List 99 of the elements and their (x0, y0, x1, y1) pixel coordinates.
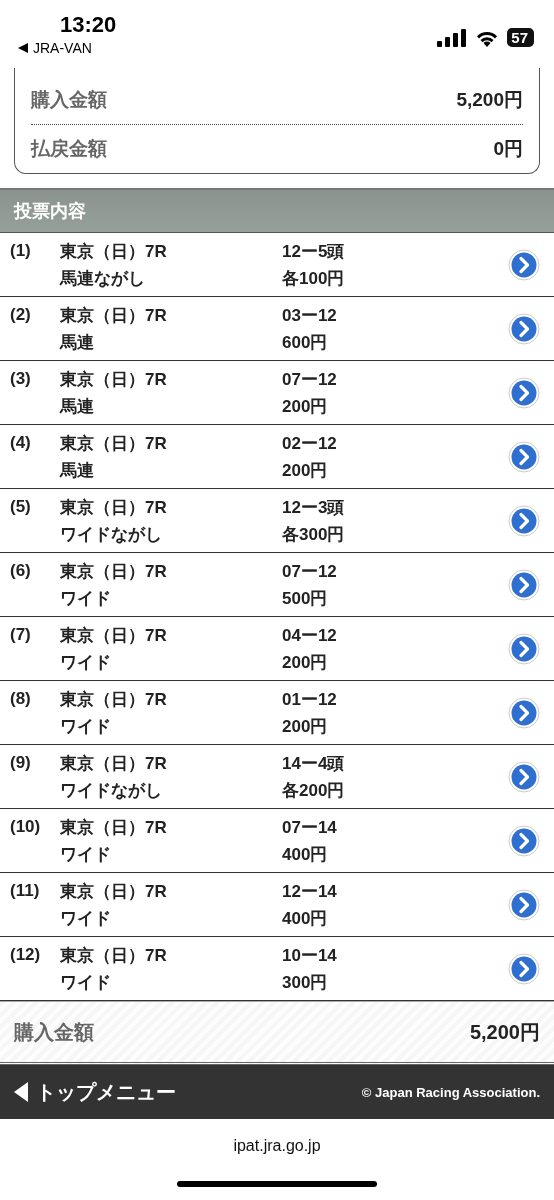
chevron-right-icon[interactable] (508, 568, 540, 601)
race-name: 東京（日）7R (60, 496, 168, 519)
bet-type: 馬連 (60, 459, 95, 482)
bet-combination: 01ー12 (282, 688, 338, 711)
bet-type: 馬連 (60, 395, 95, 418)
bet-amount: 200円 (282, 395, 329, 418)
back-arrow-icon (18, 43, 28, 53)
bet-number: (2) (10, 304, 32, 325)
top-menu-link[interactable]: トップメニュー (14, 1078, 176, 1106)
bet-type: ワイドながし (60, 523, 163, 546)
race-name: 東京（日）7R (60, 560, 168, 583)
bet-number: (8) (10, 688, 32, 709)
bet-row[interactable]: (11) 東京（日）7R ワイド 12ー14 400円 (0, 873, 554, 937)
chevron-right-icon[interactable] (508, 632, 540, 665)
bet-combination: 07ー12 (282, 368, 338, 391)
bet-number: (7) (10, 624, 32, 645)
bet-amount: 200円 (282, 651, 329, 674)
bet-type: ワイド (60, 587, 112, 610)
bet-combination: 07ー12 (282, 560, 338, 583)
bet-type: ワイドながし (60, 779, 163, 802)
url-text[interactable]: ipat.jra.go.jp (233, 1137, 321, 1154)
bet-number: (6) (10, 560, 32, 581)
bet-type: ワイド (60, 907, 112, 930)
bet-number: (3) (10, 368, 32, 389)
bet-combination: 10ー14 (282, 944, 338, 967)
race-name: 東京（日）7R (60, 624, 168, 647)
bet-amount: 各200円 (282, 779, 346, 802)
total-value: 5,200円 (469, 1019, 540, 1045)
bet-type: ワイド (60, 843, 112, 866)
bet-number: (10) (10, 816, 42, 837)
race-name: 東京（日）7R (60, 304, 168, 327)
race-name: 東京（日）7R (60, 688, 168, 711)
bet-row[interactable]: (8) 東京（日）7R ワイド 01ー12 200円 (0, 681, 554, 745)
chevron-right-icon[interactable] (508, 952, 540, 985)
bet-type: 馬連ながし (60, 267, 146, 290)
race-name: 東京（日）7R (60, 816, 168, 839)
bet-row[interactable]: (10) 東京（日）7R ワイド 07ー14 400円 (0, 809, 554, 873)
back-to-app-link[interactable]: JRA-VAN (18, 40, 117, 56)
bet-row[interactable]: (4) 東京（日）7R 馬連 02ー12 200円 (0, 425, 554, 489)
summary-value: 5,200円 (456, 88, 523, 112)
bet-number: (12) (10, 944, 42, 965)
race-name: 東京（日）7R (60, 944, 168, 967)
copyright-text: © Japan Racing Association. (361, 1084, 540, 1100)
chevron-right-icon[interactable] (508, 760, 540, 793)
bet-number: (9) (10, 752, 32, 773)
summary-label: 購入金額 (31, 88, 107, 112)
race-name: 東京（日）7R (60, 368, 168, 391)
bet-row[interactable]: (6) 東京（日）7R ワイド 07ー12 500円 (0, 553, 554, 617)
summary-value: 0円 (493, 137, 523, 161)
chevron-right-icon[interactable] (508, 696, 540, 729)
bet-amount: 600円 (282, 331, 329, 354)
race-name: 東京（日）7R (60, 240, 168, 263)
bet-type: 馬連 (60, 331, 95, 354)
bet-number: (1) (10, 240, 32, 261)
race-name: 東京（日）7R (60, 432, 168, 455)
bet-combination: 03ー12 (282, 304, 338, 327)
bet-number: (11) (10, 880, 41, 901)
bet-row[interactable]: (5) 東京（日）7R ワイドながし 12ー3頭 各300円 (0, 489, 554, 553)
chevron-right-icon[interactable] (508, 824, 540, 857)
bet-row[interactable]: (1) 東京（日）7R 馬連ながし 12ー5頭 各100円 (0, 233, 554, 297)
bet-type: ワイド (60, 715, 112, 738)
bet-combination: 07ー14 (282, 816, 338, 839)
bet-amount: 各300円 (282, 523, 346, 546)
bet-amount: 400円 (282, 907, 329, 930)
bet-row[interactable]: (9) 東京（日）7R ワイドながし 14ー4頭 各200円 (0, 745, 554, 809)
bet-combination: 12ー5頭 (282, 240, 346, 263)
bet-number: (4) (10, 432, 32, 453)
bet-amount: 500円 (282, 587, 329, 610)
chevron-right-icon[interactable] (508, 440, 540, 473)
back-arrow-icon (14, 1082, 28, 1102)
total-label: 購入金額 (14, 1019, 94, 1045)
section-header: 投票内容 (0, 188, 554, 233)
race-name: 東京（日）7R (60, 752, 168, 775)
race-name: 東京（日）7R (60, 880, 168, 903)
bet-row[interactable]: (2) 東京（日）7R 馬連 03ー12 600円 (0, 297, 554, 361)
bet-type: ワイド (60, 651, 112, 674)
bet-amount: 300円 (282, 971, 329, 994)
summary-label: 払戻金額 (31, 137, 107, 161)
chevron-right-icon[interactable] (508, 888, 540, 921)
bet-combination: 02ー12 (282, 432, 338, 455)
clock-time: 13:20 (60, 12, 117, 38)
bet-row[interactable]: (3) 東京（日）7R 馬連 07ー12 200円 (0, 361, 554, 425)
bet-combination: 14ー4頭 (282, 752, 346, 775)
bet-amount: 400円 (282, 843, 329, 866)
bet-combination: 12ー3頭 (282, 496, 346, 519)
chevron-right-icon[interactable] (508, 376, 540, 409)
chevron-right-icon[interactable] (508, 248, 540, 281)
bet-combination: 12ー14 (282, 880, 338, 903)
bet-amount: 200円 (282, 715, 329, 738)
bet-row[interactable]: (7) 東京（日）7R ワイド 04ー12 200円 (0, 617, 554, 681)
bet-amount: 各100円 (282, 267, 346, 290)
chevron-right-icon[interactable] (508, 312, 540, 345)
signal-icon (437, 28, 468, 47)
battery-level: 57 (507, 28, 534, 47)
bet-amount: 200円 (282, 459, 329, 482)
bet-type: ワイド (60, 971, 112, 994)
chevron-right-icon[interactable] (508, 504, 540, 537)
bet-combination: 04ー12 (282, 624, 338, 647)
bet-number: (5) (10, 496, 32, 517)
